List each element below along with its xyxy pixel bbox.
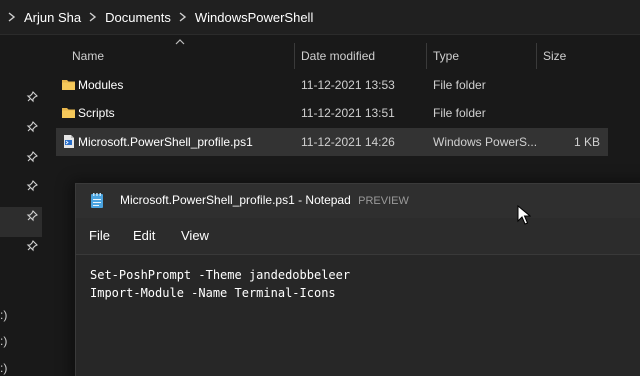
file-type: File folder: [433, 78, 486, 92]
chevron-right-icon: [0, 0, 24, 34]
navigation-pane: :) :) :): [0, 35, 42, 376]
file-row-modules[interactable]: Modules 11-12-2021 13:53 File folder: [56, 71, 608, 99]
column-header-label: Type: [433, 49, 460, 63]
editor-line: Import-Module -Name Terminal-Icons: [90, 286, 336, 300]
notepad-titlebar[interactable]: Microsoft.PowerShell_profile.ps1 - Notep…: [76, 184, 640, 218]
window-title: Microsoft.PowerShell_profile.ps1 - Notep…: [120, 193, 351, 207]
desktop-screen: Arjun Sha Documents WindowsPowerShell:)…: [0, 0, 640, 376]
address-breadcrumb[interactable]: Arjun Sha Documents WindowsPowerShell: [0, 0, 640, 35]
folder-icon: [62, 108, 75, 118]
column-header-label: Date modified: [301, 49, 376, 63]
pin-icon[interactable]: [26, 180, 38, 192]
file-type: Windows PowerS...: [433, 135, 538, 149]
preview-badge: PREVIEW: [358, 195, 409, 207]
drive-label[interactable]: :): [0, 334, 7, 348]
pin-icon[interactable]: [26, 91, 38, 103]
file-name: Scripts: [78, 106, 115, 120]
chevron-right-icon: [171, 0, 195, 34]
column-header-type[interactable]: Type: [433, 39, 459, 73]
file-date-modified: 11-12-2021 13:51: [301, 106, 395, 120]
chevron-right-icon: [81, 0, 105, 34]
notepad-menubar: File Edit View: [76, 218, 640, 254]
column-header-size[interactable]: Size: [543, 39, 566, 73]
column-divider[interactable]: [426, 43, 427, 69]
notepad-icon: [91, 193, 103, 208]
breadcrumb-item-user[interactable]: Arjun Sha: [24, 0, 81, 34]
menu-view[interactable]: View: [181, 228, 209, 243]
breadcrumb-item-windowspowershell[interactable]: WindowsPowerShell: [195, 0, 314, 34]
column-header-name[interactable]: Name: [72, 39, 104, 73]
column-divider[interactable]: [294, 43, 295, 69]
breadcrumb-label: Arjun Sha: [24, 9, 82, 25]
pin-icon[interactable]: [26, 240, 38, 252]
editor-line: Set-PoshPrompt -Theme jandedobbeleer: [90, 268, 351, 282]
folder-icon: [62, 80, 75, 90]
column-header-label: Size: [543, 49, 567, 63]
notepad-window[interactable]: Microsoft.PowerShell_profile.ps1 - Notep…: [75, 183, 640, 376]
file-date-modified: 11-12-2021 13:53: [301, 78, 395, 92]
file-date-modified: 11-12-2021 14:26: [301, 135, 395, 149]
file-size: 1 KB: [573, 135, 600, 149]
file-row-scripts[interactable]: Scripts 11-12-2021 13:51 File folder: [56, 99, 608, 127]
column-divider[interactable]: [536, 43, 537, 69]
ps1-file-icon: [64, 135, 74, 148]
sort-ascending-icon: [175, 39, 185, 45]
mouse-cursor-icon: [517, 205, 531, 225]
file-name: Microsoft.PowerShell_profile.ps1: [78, 135, 253, 149]
notepad-title: Microsoft.PowerShell_profile.ps1 - Notep…: [120, 193, 409, 207]
file-row-powershell-profile[interactable]: Microsoft.PowerShell_profile.ps1 11-12-2…: [56, 128, 608, 156]
file-name: Modules: [78, 78, 124, 92]
drive-label[interactable]: :): [0, 361, 7, 375]
drive-label[interactable]: :): [0, 308, 7, 322]
column-header-label: Name: [72, 49, 105, 63]
pin-icon[interactable]: [26, 210, 38, 222]
breadcrumb-label: WindowsPowerShell: [194, 9, 314, 25]
file-type: File folder: [433, 106, 486, 120]
breadcrumb-item-documents[interactable]: Documents: [105, 0, 171, 34]
pin-icon[interactable]: [26, 151, 38, 163]
menu-edit[interactable]: Edit: [133, 228, 155, 243]
pin-icon[interactable]: [26, 121, 38, 133]
breadcrumb-label: Documents: [105, 9, 171, 25]
notepad-text-area[interactable]: Set-PoshPrompt -Theme jandedobbeleer Imp…: [76, 254, 640, 376]
menu-file[interactable]: File: [89, 228, 110, 243]
column-header-date-modified[interactable]: Date modified: [301, 39, 375, 73]
